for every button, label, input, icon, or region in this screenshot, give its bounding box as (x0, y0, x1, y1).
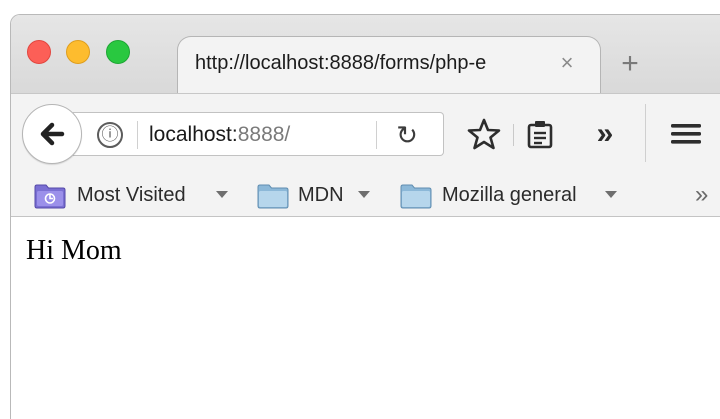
url-host: localhost: (149, 123, 238, 146)
page-content: Hi Mom (11, 218, 720, 419)
tab-strip: http://localhost:8888/forms/php-e × + (11, 15, 720, 94)
bookmark-most-visited[interactable]: Most Visited (34, 181, 234, 209)
tab-close-icon[interactable]: × (553, 49, 581, 77)
url-divider (137, 121, 138, 149)
clipboard-icon[interactable] (522, 116, 558, 152)
chevron-down-icon (605, 191, 617, 198)
url-bar[interactable]: ⓘ localhost:8888/ ↻ (73, 112, 444, 156)
chevron-down-icon (358, 191, 370, 198)
bookmark-mdn[interactable]: MDN (257, 181, 377, 209)
info-icon[interactable]: ⓘ (97, 122, 123, 148)
url-port: 8888/ (237, 123, 291, 146)
folder-icon (400, 184, 432, 209)
tab-title: http://localhost:8888/forms/php-e (195, 52, 487, 74)
active-tab[interactable]: http://localhost:8888/forms/php-e × (177, 36, 601, 94)
chevron-down-icon (216, 191, 228, 198)
bookmarks-toolbar: Most Visited MDN Mozilla general » (11, 171, 720, 217)
folder-icon (257, 184, 289, 209)
window-minimize-button[interactable] (66, 40, 90, 64)
url-divider (376, 121, 377, 149)
back-button[interactable] (22, 104, 82, 164)
toolbar-divider (513, 124, 514, 146)
reload-icon[interactable]: ↻ (391, 119, 423, 151)
toolbar-overflow-icon[interactable]: » (587, 116, 623, 152)
window-close-button[interactable] (27, 40, 51, 64)
bookmark-mozilla-general[interactable]: Mozilla general (400, 181, 630, 209)
window-maximize-button[interactable] (106, 40, 130, 64)
bookmarks-overflow-icon[interactable]: » (695, 181, 720, 209)
most-visited-folder-icon (34, 184, 66, 209)
toolbar-divider (645, 104, 646, 162)
url-text[interactable]: localhost:8888/ (149, 123, 329, 149)
hamburger-menu-icon[interactable] (669, 116, 705, 152)
back-arrow-icon (40, 122, 65, 146)
browser-window: http://localhost:8888/forms/php-e × + ⓘ … (10, 14, 720, 419)
bookmark-label: Most Visited (77, 184, 186, 206)
page-body-text: Hi Mom (26, 235, 122, 266)
new-tab-button[interactable]: + (615, 49, 645, 79)
bookmark-label: Mozilla general (442, 184, 577, 206)
bookmark-star-icon[interactable] (466, 116, 502, 152)
bookmark-label: MDN (298, 184, 344, 206)
navigation-toolbar: ⓘ localhost:8888/ ↻ » (11, 93, 720, 171)
